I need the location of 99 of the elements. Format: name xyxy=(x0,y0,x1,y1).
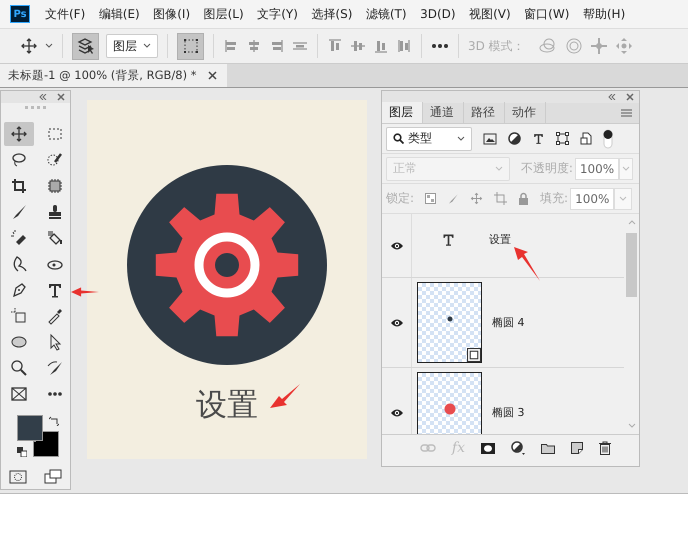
filter-value: 类型 xyxy=(408,130,433,147)
fill-icon xyxy=(46,229,64,247)
shape-filter-icon[interactable] xyxy=(556,132,569,145)
layer-row[interactable]: 椭圆 4 xyxy=(382,278,624,368)
align-icon[interactable] xyxy=(269,38,285,54)
image-filter-icon[interactable] xyxy=(483,132,497,144)
layer-name: 椭圆 4 xyxy=(492,315,524,330)
bounding-box-icon xyxy=(182,37,200,55)
menu-item[interactable]: 编辑(E) xyxy=(98,6,140,22)
collapse-icon[interactable] xyxy=(608,94,616,100)
fill-label: 填充: xyxy=(540,190,568,207)
more-icon xyxy=(46,391,64,397)
eye-icon[interactable] xyxy=(390,408,404,418)
search-icon xyxy=(393,133,404,144)
close-icon[interactable] xyxy=(208,71,218,80)
new-layer-icon[interactable] xyxy=(571,442,583,454)
annotation-arrow xyxy=(71,285,99,299)
folder-icon[interactable] xyxy=(541,442,555,454)
opacity-field[interactable]: 100% xyxy=(574,158,620,180)
mask-icon[interactable] xyxy=(481,442,495,454)
menu-item[interactable]: 图像(I) xyxy=(153,6,190,22)
caret-icon xyxy=(622,166,630,172)
swap-icon[interactable] xyxy=(49,416,59,426)
lasso-icon xyxy=(10,151,28,169)
menu-item[interactable]: 窗口(W) xyxy=(524,6,570,22)
close-icon[interactable] xyxy=(57,93,65,101)
menu-item[interactable]: 滤镜(T) xyxy=(366,6,407,22)
caret-icon xyxy=(494,166,503,172)
transform-controls-button[interactable] xyxy=(177,32,204,60)
target-select[interactable]: 图层 xyxy=(106,34,158,58)
menu-item[interactable]: 选择(S) xyxy=(311,6,352,22)
panel-tab[interactable]: 路径 xyxy=(464,102,505,123)
path-select-icon xyxy=(10,307,28,325)
eye-icon[interactable] xyxy=(390,240,404,250)
panel-tab[interactable]: 图层 xyxy=(382,102,423,123)
align-icon[interactable] xyxy=(246,38,262,54)
auto-select-button[interactable] xyxy=(72,32,99,60)
caption: 设置 xyxy=(196,387,258,424)
layer-name: 设置 xyxy=(489,232,511,247)
move-tool[interactable] xyxy=(4,122,34,146)
stamp-icon xyxy=(46,203,64,221)
annotation-arrow xyxy=(270,384,300,410)
caret-icon xyxy=(619,196,628,202)
distribute-icon[interactable] xyxy=(327,38,343,54)
zoom-icon xyxy=(10,359,28,377)
eraser-icon xyxy=(10,229,28,247)
app-logo[interactable]: Ps xyxy=(10,5,30,23)
pen-icon xyxy=(10,281,28,299)
opacity-label: 不透明度: xyxy=(520,160,573,177)
toggle-switch[interactable] xyxy=(603,128,613,148)
panel-tab[interactable]: 通道 xyxy=(423,102,464,123)
frame-x-icon xyxy=(10,385,28,403)
document-tab[interactable]: 未标题-1 @ 100% (背景, RGB/8) * xyxy=(0,64,228,87)
panel-tab[interactable]: 动作 xyxy=(505,102,546,123)
type-icon xyxy=(46,281,64,299)
more-icon[interactable] xyxy=(431,43,449,49)
distribute-icon[interactable] xyxy=(373,38,389,54)
adjustment-filter-icon[interactable] xyxy=(508,132,521,145)
scrollbar-thumb[interactable] xyxy=(626,233,637,297)
heal-icon xyxy=(46,359,64,377)
mode-label: 3D 模式： xyxy=(468,38,525,54)
type-filter-icon[interactable] xyxy=(532,132,545,145)
foreground-swatch[interactable] xyxy=(17,415,43,441)
adjustment-layer-icon[interactable] xyxy=(511,441,525,455)
caret-icon xyxy=(457,136,465,142)
layer-name: 椭圆 3 xyxy=(492,405,524,420)
menu-icon[interactable] xyxy=(621,109,632,117)
layers-icon xyxy=(76,37,94,55)
default-colors-icon[interactable] xyxy=(17,447,27,457)
crop-icon xyxy=(10,177,28,195)
distribute-icon[interactable] xyxy=(396,38,412,54)
distribute-icon[interactable] xyxy=(350,38,366,54)
screen-mode-icon[interactable] xyxy=(44,469,62,485)
annotation-arrow xyxy=(514,247,540,281)
caret-icon[interactable] xyxy=(45,43,53,49)
menu-item[interactable]: 图层(L) xyxy=(204,6,244,22)
lock-pixels-icon[interactable] xyxy=(425,193,436,204)
menu-item[interactable]: 文件(F) xyxy=(45,6,86,22)
document-title: 未标题-1 @ 100% (背景, RGB/8) * xyxy=(8,68,196,83)
menu-item[interactable]: 文字(Y) xyxy=(257,6,298,22)
caret-icon xyxy=(143,43,151,49)
move-icon[interactable] xyxy=(20,37,38,55)
menu-item[interactable]: 3D(D) xyxy=(420,7,456,21)
quick-mask-icon[interactable] xyxy=(9,469,28,485)
collapse-icon[interactable] xyxy=(39,94,47,100)
menu-item[interactable]: 帮助(H) xyxy=(582,6,626,22)
frame-icon xyxy=(46,177,64,195)
close-icon[interactable] xyxy=(626,93,634,101)
move-icon xyxy=(10,125,28,143)
trash-icon[interactable] xyxy=(599,441,611,455)
filter-select[interactable]: 类型 xyxy=(386,126,472,150)
menu-item[interactable]: 视图(V) xyxy=(469,6,511,22)
align-icon[interactable] xyxy=(223,38,239,54)
fill-field[interactable]: 100% xyxy=(570,188,614,210)
lock-label: 锁定: xyxy=(386,190,414,207)
smart-object-filter-icon[interactable] xyxy=(580,132,592,145)
eye-icon[interactable] xyxy=(390,318,404,328)
eyedropper-icon xyxy=(46,307,64,325)
type-layer-icon xyxy=(441,232,456,247)
